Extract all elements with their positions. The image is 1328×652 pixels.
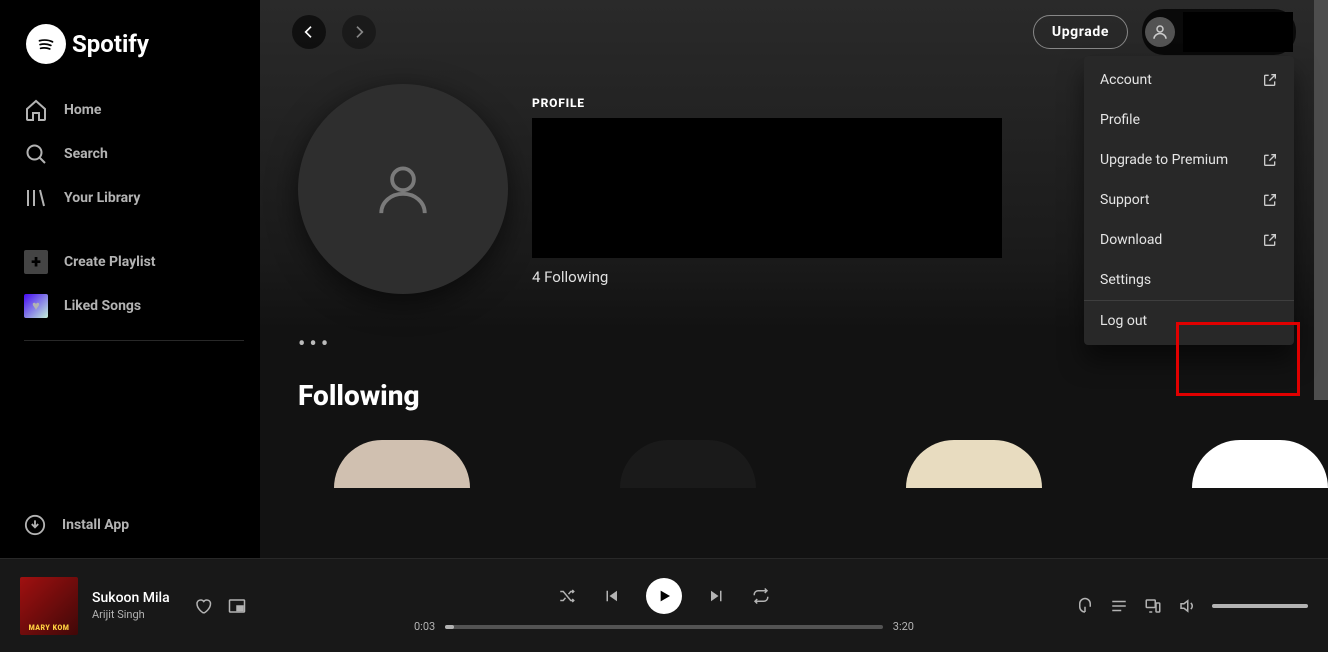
plus-icon: + <box>24 250 48 274</box>
search-icon <box>24 142 48 166</box>
nav-home[interactable]: Home <box>24 88 244 132</box>
nav-label: Home <box>64 102 101 118</box>
dropdown-settings[interactable]: Settings <box>1084 260 1294 300</box>
time-duration: 3:20 <box>893 620 914 633</box>
queue-button[interactable] <box>1110 597 1128 615</box>
artist-card[interactable] <box>1192 440 1328 488</box>
library-icon <box>24 186 48 210</box>
user-menu-trigger[interactable] <box>1142 9 1296 55</box>
dropdown-upgrade[interactable]: Upgrade to Premium <box>1084 140 1294 180</box>
user-icon <box>374 160 432 218</box>
track-artist[interactable]: Arijit Singh <box>92 608 170 621</box>
divider <box>24 340 244 341</box>
external-link-icon <box>1262 72 1278 88</box>
repeat-button[interactable] <box>752 587 770 605</box>
profile-avatar[interactable] <box>298 84 508 294</box>
pip-button[interactable] <box>228 597 246 615</box>
following-list <box>260 412 1328 488</box>
devices-button[interactable] <box>1144 597 1162 615</box>
volume-button[interactable] <box>1178 597 1196 615</box>
nav-label: Your Library <box>64 190 140 206</box>
previous-button[interactable] <box>602 587 620 605</box>
install-label: Install App <box>62 517 129 533</box>
username-redacted <box>1183 12 1293 52</box>
brand-logo[interactable]: Spotify <box>24 24 244 64</box>
album-art[interactable]: MARY KOM <box>20 577 78 635</box>
dropdown-download[interactable]: Download <box>1084 220 1294 260</box>
following-count[interactable]: 4 Following <box>532 268 1002 286</box>
play-button[interactable] <box>646 578 682 614</box>
topbar: Upgrade <box>260 0 1328 64</box>
nav-label: Search <box>64 146 108 162</box>
nav-library[interactable]: Your Library <box>24 176 244 220</box>
nav-label: Liked Songs <box>64 298 141 314</box>
external-link-icon <box>1262 192 1278 208</box>
install-app[interactable]: Install App <box>24 502 244 558</box>
external-link-icon <box>1262 152 1278 168</box>
dropdown-support[interactable]: Support <box>1084 180 1294 220</box>
spotify-icon <box>26 24 66 64</box>
brand-name: Spotify <box>72 30 149 58</box>
user-avatar-icon <box>1145 17 1175 47</box>
scrollbar[interactable] <box>1314 0 1328 400</box>
track-title[interactable]: Sukoon Mila <box>92 590 170 606</box>
home-icon <box>24 98 48 122</box>
dropdown-profile[interactable]: Profile <box>1084 100 1294 140</box>
main-content: Upgrade PROFILE 4 Following ••• <box>260 0 1328 558</box>
next-button[interactable] <box>708 587 726 605</box>
like-button[interactable] <box>194 597 212 615</box>
player-bar: MARY KOM Sukoon Mila Arijit Singh <box>0 558 1328 652</box>
profile-label: PROFILE <box>532 96 1002 110</box>
dropdown-logout[interactable]: Log out <box>1084 301 1294 341</box>
upgrade-button[interactable]: Upgrade <box>1033 15 1128 49</box>
heart-icon: ♥ <box>24 294 48 318</box>
nav-create-playlist[interactable]: + Create Playlist <box>24 240 244 284</box>
following-section-title: Following <box>260 357 1328 412</box>
nav-liked-songs[interactable]: ♥ Liked Songs <box>24 284 244 328</box>
dropdown-account[interactable]: Account <box>1084 60 1294 100</box>
artist-card[interactable] <box>334 440 470 488</box>
user-dropdown: Account Profile Upgrade to Premium Suppo… <box>1084 56 1294 345</box>
forward-button[interactable] <box>342 15 376 49</box>
back-button[interactable] <box>292 15 326 49</box>
shuffle-button[interactable] <box>558 587 576 605</box>
progress-bar[interactable] <box>445 625 883 629</box>
volume-slider[interactable] <box>1212 604 1308 608</box>
nav-label: Create Playlist <box>64 254 156 270</box>
download-circle-icon <box>24 514 46 536</box>
time-elapsed: 0:03 <box>414 620 435 633</box>
lyrics-button[interactable] <box>1076 597 1094 615</box>
profile-name-redacted <box>532 118 1002 258</box>
artist-card[interactable] <box>906 440 1042 488</box>
nav-search[interactable]: Search <box>24 132 244 176</box>
external-link-icon <box>1262 232 1278 248</box>
artist-card[interactable] <box>620 440 756 488</box>
sidebar: Spotify Home Search Your Library + Creat… <box>0 0 260 558</box>
